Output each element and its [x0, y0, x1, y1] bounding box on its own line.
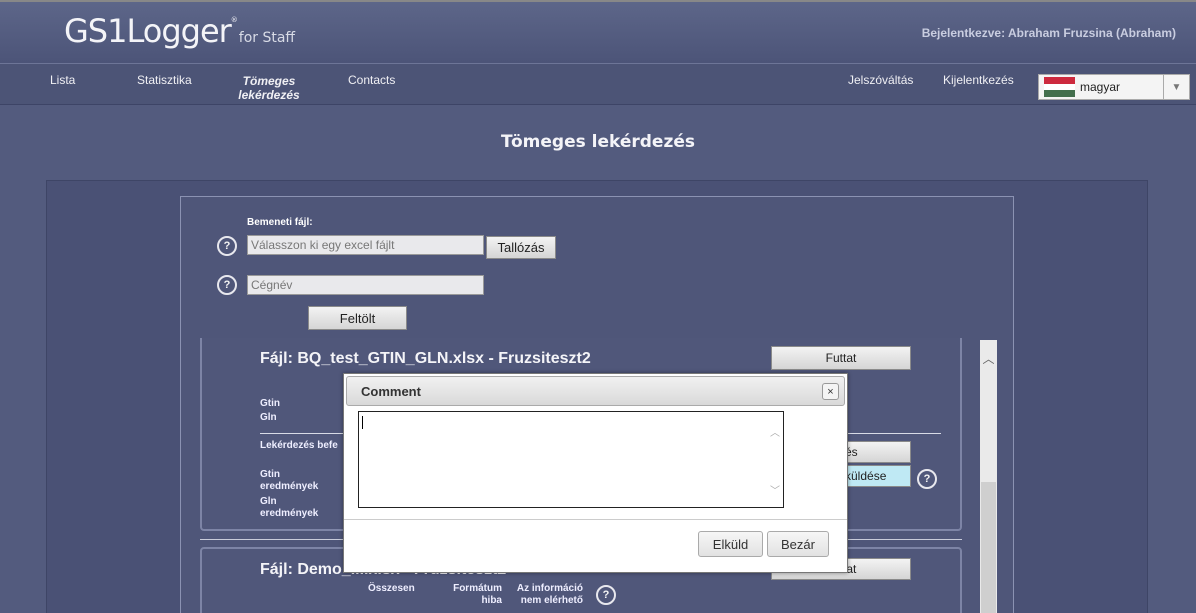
dialog-titlebar: Comment ×	[346, 376, 845, 406]
language-value: magyar	[1080, 80, 1121, 94]
query-finished-label: Lekérdezés befe	[260, 440, 338, 451]
col-total: Összesen	[368, 583, 415, 594]
col-format-error: Formátum hiba	[453, 583, 502, 606]
nav-password-change[interactable]: Jelszóváltás	[848, 73, 913, 87]
nav-tomeges-lekerdezes[interactable]: Tömeges lekérdezés	[234, 74, 304, 102]
browse-button[interactable]: Tallózás	[486, 236, 556, 259]
comment-textarea[interactable]: ︿ ﹀	[358, 411, 784, 508]
hungarian-flag-icon	[1044, 77, 1075, 97]
help-icon[interactable]: ?	[596, 585, 616, 605]
chevron-up-icon[interactable]: ︿	[980, 350, 997, 367]
upload-button[interactable]: Feltölt	[308, 306, 407, 330]
app-header: GS1Logger®for Staff Bejelentkezve: Abrah…	[0, 0, 1196, 63]
file-input[interactable]: Válasszon ki egy excel fájlt	[247, 235, 484, 255]
close-button[interactable]: Bezár	[767, 531, 829, 557]
nav-lista[interactable]: Lista	[50, 73, 75, 87]
file-title: Fájl: BQ_test_GTIN_GLN.xlsx - Fruzsitesz…	[260, 350, 591, 367]
gtin-results-label: Gtin eredmények	[260, 469, 319, 492]
gs1logger-logo[interactable]: GS1Logger®for Staff	[64, 12, 295, 50]
chevron-down-icon[interactable]: ▼	[1163, 75, 1189, 99]
logo-text: GS1Logger	[64, 12, 232, 50]
help-icon[interactable]: ?	[917, 469, 937, 489]
close-icon[interactable]: ×	[822, 383, 839, 400]
login-info: Bejelentkezve: Abraham Fruzsina (Abraham…	[921, 26, 1176, 40]
language-select[interactable]: magyar ▼	[1038, 74, 1190, 100]
logo-registered: ®	[230, 16, 238, 24]
scroll-thumb[interactable]	[981, 482, 996, 613]
main-nav: Lista Statisztika Tömeges lekérdezés Con…	[0, 63, 1196, 105]
divider	[344, 519, 847, 520]
scrollbar[interactable]: ︿	[980, 340, 997, 613]
text-caret	[362, 416, 363, 429]
help-icon[interactable]: ?	[217, 236, 237, 256]
gln-results-label: Gln eredmények	[260, 496, 319, 519]
chevron-up-icon[interactable]: ︿	[770, 424, 780, 439]
page-title: Tömeges lekérdezés	[500, 132, 696, 152]
nav-statisztika[interactable]: Statisztika	[137, 73, 192, 87]
send-button[interactable]: Elküld	[698, 531, 763, 557]
nav-logout[interactable]: Kijelentkezés	[943, 73, 1014, 87]
chevron-down-icon[interactable]: ﹀	[770, 482, 780, 497]
logo-subtitle: for Staff	[238, 30, 296, 46]
col-info-unavailable: Az információ nem elérhető	[516, 583, 583, 606]
row-label-gln: Gln	[260, 412, 277, 423]
dialog-title: Comment	[361, 384, 421, 399]
help-icon[interactable]: ?	[217, 275, 237, 295]
input-file-label: Bemeneti fájl:	[247, 217, 313, 228]
nav-contacts[interactable]: Contacts	[348, 73, 395, 87]
comment-dialog: Comment × ︿ ﹀ Elküld Bezár	[343, 373, 848, 573]
row-label-gtin: Gtin	[260, 398, 280, 409]
run-button[interactable]: Futtat	[771, 346, 911, 370]
company-name-input[interactable]: Cégnév	[247, 275, 484, 295]
